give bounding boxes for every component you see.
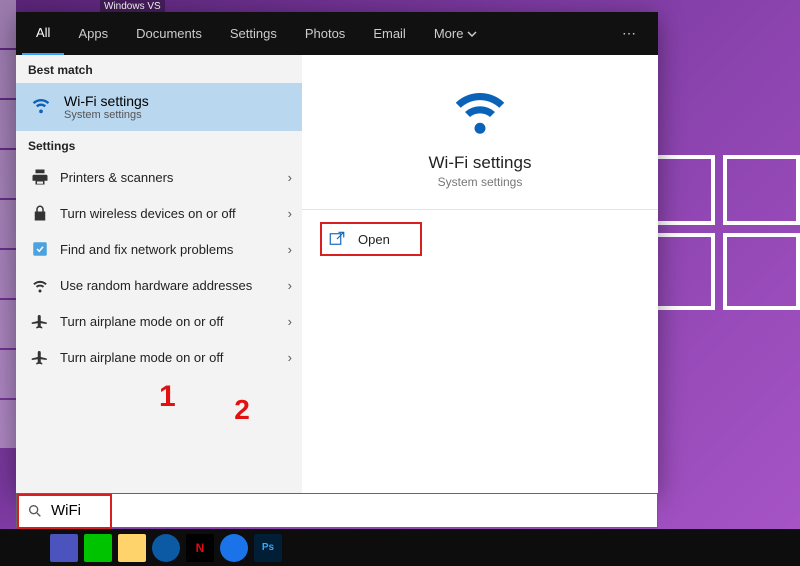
chevron-right-icon: › [288,278,292,293]
taskbar-search-box[interactable] [16,493,658,528]
network-icon [30,203,50,223]
taskbar: N Ps [0,529,800,566]
tab-photos[interactable]: Photos [291,12,359,55]
taskbar-photoshop[interactable]: Ps [254,534,282,562]
chevron-right-icon: › [288,314,292,329]
chevron-right-icon: › [288,350,292,365]
start-search-panel: All Apps Documents Settings Photos Email… [16,12,658,493]
wifi-icon [30,93,52,115]
taskbar-file-explorer[interactable] [118,534,146,562]
desktop-left-icons [0,0,16,490]
result-airplane-2[interactable]: Turn airplane mode on or off › [16,339,302,375]
open-label: Open [358,232,390,247]
taskbar-edge[interactable] [152,534,180,562]
tab-more[interactable]: More [420,12,492,55]
tab-email[interactable]: Email [359,12,420,55]
taskbar-netflix[interactable]: N [186,534,214,562]
result-label: Find and fix network problems [60,242,233,257]
tab-apps[interactable]: Apps [64,12,122,55]
result-network-troubleshoot[interactable]: Find and fix network problems › [16,231,302,267]
airplane-icon [30,311,50,331]
open-action[interactable]: Open 2 [320,222,422,256]
chevron-down-icon [467,29,477,39]
divider [302,209,658,210]
best-match-title: Wi-Fi settings [64,93,290,109]
result-wireless-toggle[interactable]: Turn wireless devices on or off › [16,195,302,231]
callout-1: 1 [159,380,176,414]
tab-all[interactable]: All [22,12,64,55]
wifi-icon [30,275,50,295]
tab-documents[interactable]: Documents [122,12,216,55]
result-preview-pane: Wi-Fi settings System settings Open 2 [302,55,658,493]
taskbar-line[interactable] [84,534,112,562]
wifi-icon [446,79,514,139]
result-label: Use random hardware addresses [60,278,252,293]
search-icon [27,503,43,519]
result-airplane-1[interactable]: Turn airplane mode on or off › [16,303,302,339]
printer-icon [30,167,50,187]
result-label: Turn airplane mode on or off [60,350,223,365]
results-left-column: Best match Wi-Fi settings System setting… [16,55,302,493]
result-label: Turn wireless devices on or off [60,206,236,221]
open-icon [328,230,346,248]
result-label: Turn airplane mode on or off [60,314,223,329]
best-match-subtitle: System settings [64,109,290,121]
callout-2: 2 [234,394,250,426]
best-match-heading: Best match [16,55,302,83]
chevron-right-icon: › [288,242,292,257]
windows-logo [645,155,800,310]
search-tabs-header: All Apps Documents Settings Photos Email… [16,12,658,55]
preview-title: Wi-Fi settings [429,153,532,173]
preview-subtitle: System settings [438,175,523,189]
settings-results-list: Printers & scanners › Turn wireless devi… [16,159,302,375]
taskbar-teams[interactable] [50,534,78,562]
result-random-mac[interactable]: Use random hardware addresses › [16,267,302,303]
result-printers[interactable]: Printers & scanners › [16,159,302,195]
result-label: Printers & scanners [60,170,173,185]
chevron-right-icon: › [288,206,292,221]
settings-heading: Settings [16,131,302,159]
tab-settings[interactable]: Settings [216,12,291,55]
search-input[interactable] [51,502,647,519]
troubleshoot-icon [30,239,50,259]
more-options-button[interactable]: ⋯ [608,25,652,42]
best-match-result[interactable]: Wi-Fi settings System settings [16,83,302,131]
taskbar-chrome[interactable] [220,534,248,562]
airplane-icon [30,347,50,367]
chevron-right-icon: › [288,170,292,185]
